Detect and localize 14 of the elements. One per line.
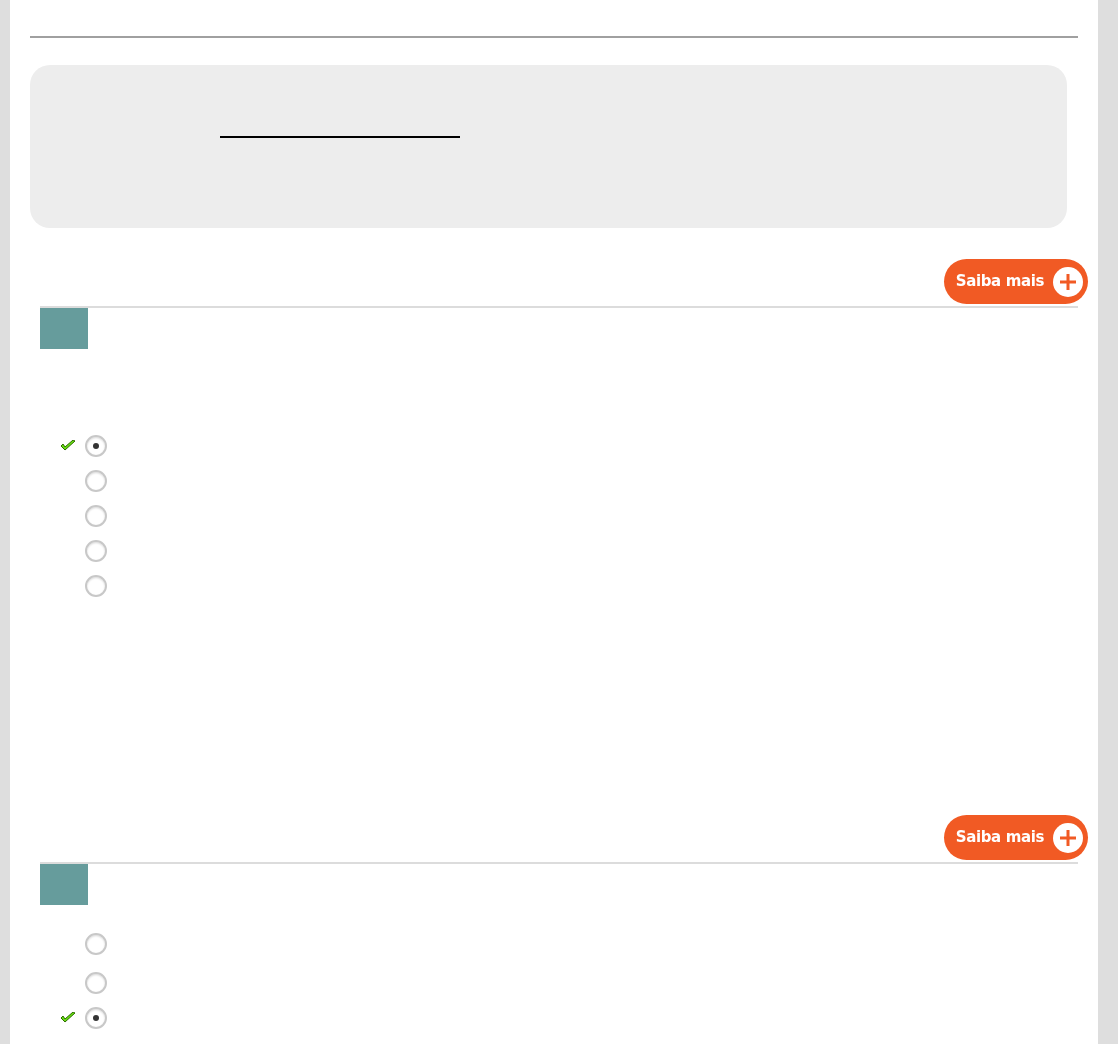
radio-button[interactable] <box>85 505 107 527</box>
plus-icon <box>1052 821 1084 854</box>
radio-button[interactable] <box>85 540 107 562</box>
plus-icon <box>1052 265 1084 298</box>
question-number-tile <box>40 308 88 349</box>
question-number-tile <box>40 864 88 905</box>
radio-button[interactable] <box>85 575 107 597</box>
radio-button[interactable] <box>85 1007 107 1029</box>
more-button[interactable]: Saiba mais <box>943 259 1088 304</box>
radio-button[interactable] <box>85 470 107 492</box>
radio-button[interactable] <box>85 435 107 457</box>
more-button[interactable]: Saiba mais <box>943 815 1088 860</box>
radio-button[interactable] <box>85 972 107 994</box>
radio-button[interactable] <box>85 933 107 955</box>
